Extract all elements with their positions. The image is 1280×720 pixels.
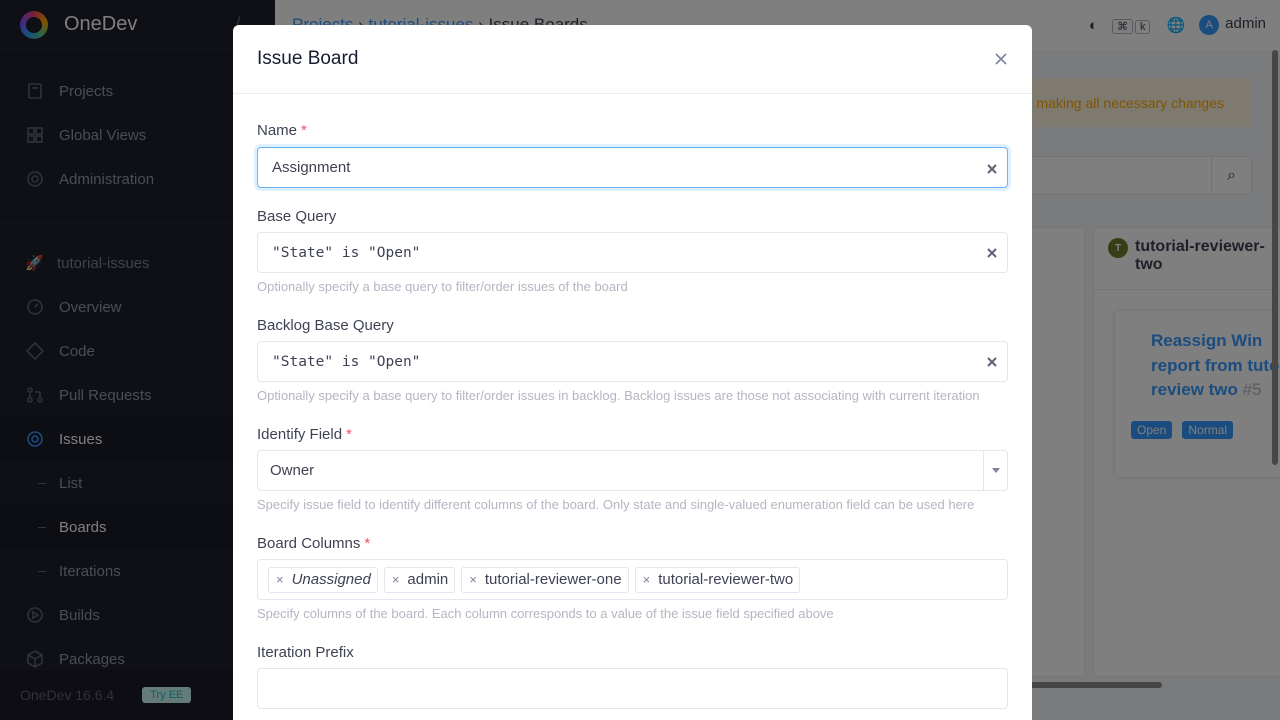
- remove-tag-icon[interactable]: ×: [469, 572, 477, 587]
- field-label: Board Columns *: [257, 535, 371, 552]
- field-label: Iteration Prefix: [257, 644, 354, 661]
- required-marker: *: [346, 426, 352, 443]
- clear-icon[interactable]: [987, 161, 999, 174]
- remove-tag-icon[interactable]: ×: [276, 572, 284, 587]
- modal-title: Issue Board: [257, 48, 359, 69]
- input-value: Assignment: [272, 159, 351, 176]
- clear-icon[interactable]: [987, 355, 999, 367]
- help-text: Optionally specify a base query to filte…: [257, 279, 628, 294]
- column-tag: × Unassigned: [268, 566, 378, 593]
- name-field: Name * Assignment: [257, 121, 1008, 188]
- column-tag: × admin: [383, 566, 456, 593]
- name-input[interactable]: Assignment: [257, 147, 1008, 188]
- clear-icon[interactable]: [987, 246, 999, 258]
- help-text: Specify columns of the board. Each colum…: [257, 606, 834, 621]
- required-marker: *: [301, 122, 307, 139]
- required-marker: *: [364, 535, 371, 552]
- identify-field-select[interactable]: Owner: [257, 450, 1008, 491]
- select-value: Owner: [270, 462, 315, 479]
- issue-board-modal: Issue Board Name * Assignment Base Query …: [233, 25, 1032, 720]
- close-icon[interactable]: [994, 52, 1008, 66]
- field-label: Backlog Base Query: [257, 317, 394, 334]
- remove-tag-icon[interactable]: ×: [392, 572, 400, 587]
- help-text: Specify issue field to identify differen…: [257, 497, 975, 512]
- board-columns-input[interactable]: × Unassigned × admin × tutorial-reviewer-on…: [257, 559, 1008, 600]
- input-value: "State" is "Open": [272, 244, 421, 261]
- column-tag: × tutorial-reviewer-one: [461, 566, 629, 593]
- iteration-prefix-input[interactable]: [257, 668, 1008, 709]
- remove-tag-icon[interactable]: ×: [643, 572, 651, 587]
- identify-field-field: Identify Field * Owner Specify issue fiel…: [257, 425, 1008, 512]
- modal-header: Issue Board: [233, 25, 1032, 94]
- board-columns-field: Board Columns * × Unassigned × admin × tutor…: [257, 534, 1008, 621]
- chevron-down-icon[interactable]: [983, 451, 1007, 490]
- input-value: "State" is "Open": [272, 353, 421, 370]
- field-label: Identify Field *: [257, 426, 352, 443]
- help-text: Optionally specify a base query to filte…: [257, 388, 980, 403]
- backlog-query-input[interactable]: "State" is "Open": [257, 341, 1008, 382]
- base-query-field: Base Query "State" is "Open" Optionally …: [257, 207, 1008, 294]
- field-label: Name *: [257, 122, 307, 139]
- field-label: Base Query: [257, 208, 337, 225]
- iteration-prefix-field: Iteration Prefix: [257, 643, 1008, 709]
- column-tag: × tutorial-reviewer-two: [634, 566, 801, 593]
- backlog-query-field: Backlog Base Query "State" is "Open" Opt…: [257, 316, 1008, 403]
- base-query-input[interactable]: "State" is "Open": [257, 232, 1008, 273]
